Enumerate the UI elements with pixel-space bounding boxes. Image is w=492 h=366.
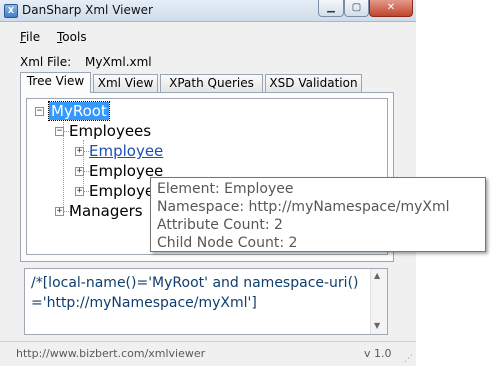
title-bar[interactable]: X DanSharp Xml Viewer ▁ ▢ ✕ xyxy=(0,0,416,22)
status-bar: http://www.bizbert.com/xmlviewer v 1.0 ⋰ xyxy=(0,341,416,366)
tree-node-myroot[interactable]: MyRoot xyxy=(48,101,110,121)
expand-icon[interactable]: + xyxy=(75,167,84,176)
minimize-button[interactable]: ▁ xyxy=(318,0,344,17)
tab-xml-view[interactable]: Xml View xyxy=(93,74,158,92)
menu-tools[interactable]: Tools xyxy=(57,30,87,44)
tab-xsd-validation[interactable]: XSD Validation xyxy=(265,74,362,92)
xpath-scrollbar[interactable]: ▲ ▼ xyxy=(370,269,387,334)
xml-file-label: Xml File: xyxy=(20,55,72,69)
expand-icon[interactable]: + xyxy=(75,147,84,156)
collapse-icon[interactable]: − xyxy=(55,127,64,136)
tree-node-managers[interactable]: Managers xyxy=(69,202,143,220)
collapse-icon[interactable]: − xyxy=(35,107,44,116)
tooltip-child-node-count: Child Node Count: 2 xyxy=(157,235,298,251)
menu-file-label: ile xyxy=(26,30,41,44)
status-version: v 1.0 xyxy=(364,347,392,360)
tooltip-element: Element: Employee xyxy=(157,181,294,197)
menu-tools-label: ools xyxy=(62,30,87,44)
tree-node-employee[interactable]: Employee xyxy=(89,142,163,160)
node-tooltip: Element: Employee Namespace: http://myNa… xyxy=(150,177,486,252)
window-title: DanSharp Xml Viewer xyxy=(22,3,153,17)
resize-grip-icon[interactable]: ⋰ xyxy=(404,354,414,364)
scroll-down-icon[interactable]: ▼ xyxy=(374,321,380,330)
tooltip-namespace: Namespace: http://myNamespace/myXml xyxy=(157,199,450,215)
tab-xpath-queries[interactable]: XPath Queries xyxy=(160,74,263,92)
xpath-textbox[interactable]: /*[local-name()='MyRoot' and namespace-u… xyxy=(24,268,388,335)
tooltip-attribute-count: Attribute Count: 2 xyxy=(157,217,283,233)
close-button[interactable]: ✕ xyxy=(369,0,413,17)
status-url: http://www.bizbert.com/xmlviewer xyxy=(16,347,206,360)
xml-app-icon: X xyxy=(4,4,18,18)
xml-file-value: MyXml.xml xyxy=(85,55,152,69)
xpath-expression: /*[local-name()='MyRoot' and namespace-u… xyxy=(31,275,359,311)
expand-icon[interactable]: + xyxy=(75,187,84,196)
menu-bar: File Tools xyxy=(8,26,408,46)
menu-file[interactable]: File xyxy=(20,30,40,44)
tree-node-employees[interactable]: Employees xyxy=(69,122,151,140)
expand-icon[interactable]: + xyxy=(55,207,64,216)
maximize-button[interactable]: ▢ xyxy=(344,0,369,17)
tab-tree-view[interactable]: Tree View xyxy=(20,72,91,93)
scroll-up-icon[interactable]: ▲ xyxy=(374,271,380,280)
